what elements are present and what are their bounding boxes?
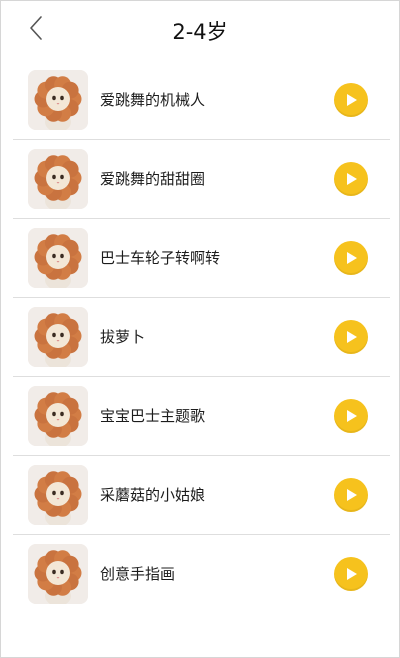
song-thumbnail	[28, 149, 88, 209]
play-icon	[347, 568, 357, 580]
play-icon	[347, 94, 357, 106]
song-thumbnail	[28, 544, 88, 604]
song-thumbnail	[28, 307, 88, 367]
play-icon	[347, 331, 357, 343]
play-button[interactable]	[334, 162, 368, 196]
song-title: 创意手指画	[100, 565, 176, 583]
page-title: 2-4岁	[172, 20, 228, 44]
play-icon	[347, 173, 357, 185]
song-row[interactable]: 采蘑菇的小姑娘	[13, 456, 390, 535]
play-icon	[347, 489, 357, 501]
song-title: 巴士车轮子转啊转	[100, 249, 221, 267]
song-row[interactable]: 拔萝卜	[13, 298, 390, 377]
song-row[interactable]: 爱跳舞的甜甜圈	[13, 140, 390, 219]
flower-cat-icon	[28, 386, 88, 446]
song-title: 宝宝巴士主题歌	[100, 407, 206, 425]
song-thumbnail	[28, 465, 88, 525]
song-thumbnail	[28, 386, 88, 446]
song-row[interactable]: 宝宝巴士主题歌	[13, 377, 390, 456]
song-list-screen: 2-4岁 爱跳舞的机械人 爱跳舞的甜甜圈 巴士车轮子转啊转 拔萝卜 宝宝巴士主题…	[0, 0, 400, 658]
play-button[interactable]	[334, 557, 368, 591]
song-title: 爱跳舞的甜甜圈	[100, 170, 206, 188]
song-title: 爱跳舞的机械人	[100, 91, 206, 109]
play-icon	[347, 252, 357, 264]
song-row[interactable]: 巴士车轮子转啊转	[13, 219, 390, 298]
flower-cat-icon	[28, 149, 88, 209]
play-button[interactable]	[334, 241, 368, 275]
nav-header: 2-4岁	[1, 1, 399, 63]
play-button[interactable]	[334, 320, 368, 354]
flower-cat-icon	[28, 307, 88, 367]
play-button[interactable]	[334, 83, 368, 117]
song-row[interactable]: 爱跳舞的机械人	[13, 61, 390, 140]
song-list: 爱跳舞的机械人 爱跳舞的甜甜圈 巴士车轮子转啊转 拔萝卜 宝宝巴士主题歌 采蘑菇…	[1, 61, 399, 613]
flower-cat-icon	[28, 544, 88, 604]
song-title: 采蘑菇的小姑娘	[100, 486, 206, 504]
play-button[interactable]	[334, 399, 368, 433]
song-thumbnail	[28, 70, 88, 130]
flower-cat-icon	[28, 70, 88, 130]
song-title: 拔萝卜	[100, 328, 146, 346]
song-row[interactable]: 创意手指画	[13, 535, 390, 613]
play-button[interactable]	[334, 478, 368, 512]
flower-cat-icon	[28, 465, 88, 525]
song-thumbnail	[28, 228, 88, 288]
play-icon	[347, 410, 357, 422]
flower-cat-icon	[28, 228, 88, 288]
